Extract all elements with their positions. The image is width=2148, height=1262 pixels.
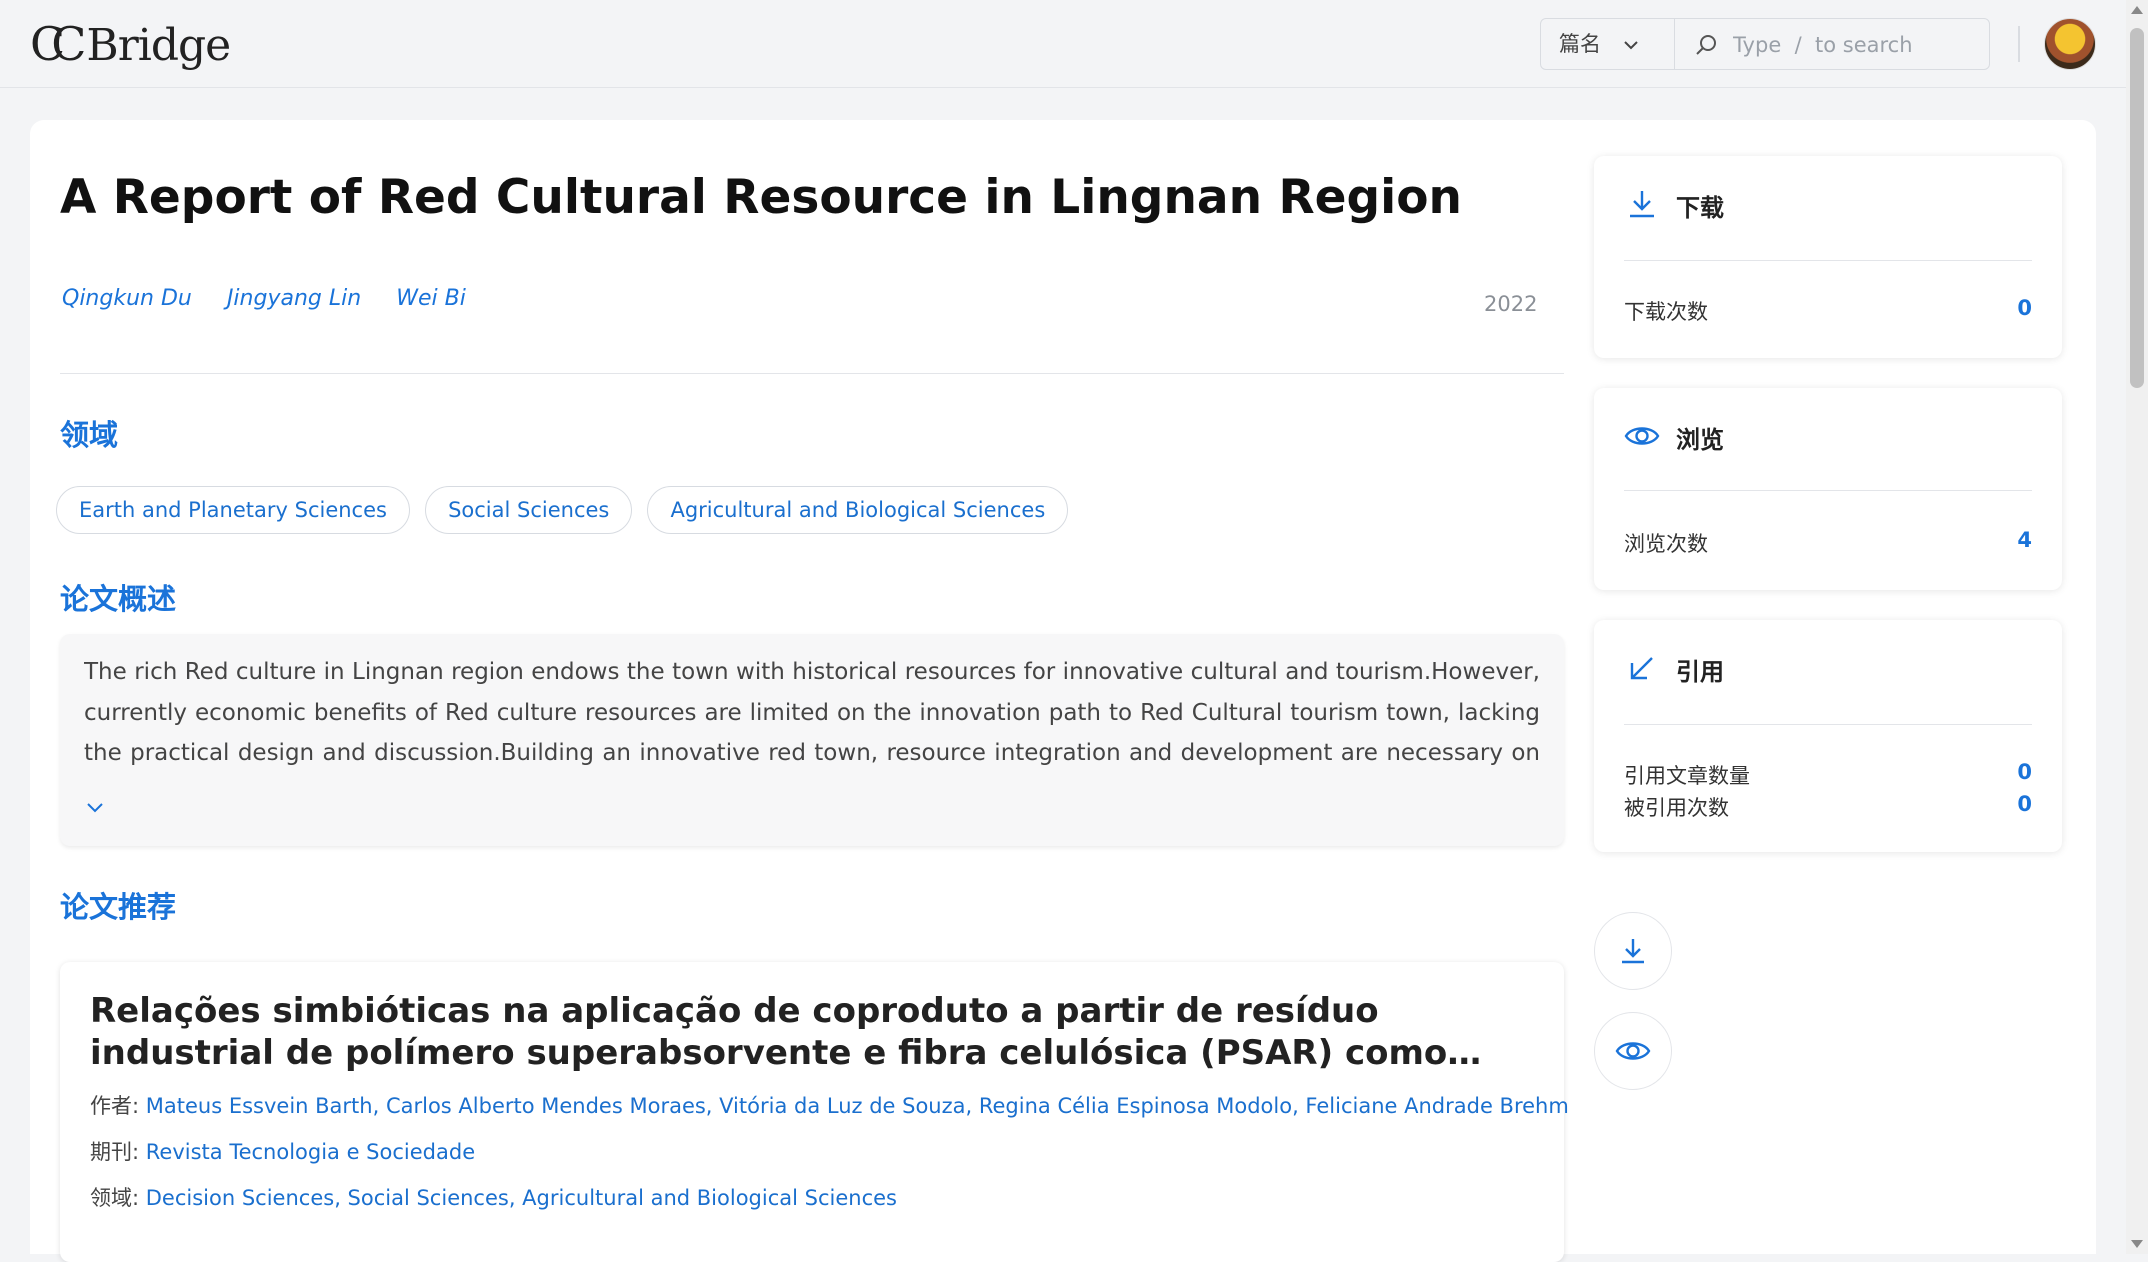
chevron-down-icon [1624,41,1638,50]
download-icon [1622,939,1644,964]
scroll-up-arrow-icon[interactable] [2131,6,2143,14]
fields-label: 领域: [90,1186,140,1210]
search-icon [1696,35,1716,55]
search-bar: 篇名 [1540,18,1990,71]
download-fab-button[interactable] [1594,912,1672,990]
recommended-fields-row: 领域: Decision Sciences, Social Sciences, … [90,1182,897,1212]
recommended-paper-title[interactable]: Relações simbióticas na aplicação de cop… [90,990,1540,1074]
user-avatar[interactable] [2044,18,2096,70]
eye-icon [1615,1042,1651,1060]
publication-year: 2022 [1484,292,1538,316]
abstract-text: The rich Red culture in Lingnan region e… [84,659,1540,766]
citations-stat-card: 引用 引用文章数量 0 被引用次数 0 [1594,620,2062,852]
title-divider [60,373,1564,374]
fields-heading: 领域 [60,418,119,452]
cited-count-row: 被引用次数 0 [1624,792,2032,822]
paper-detail-panel: A Report of Red Cultural Resource in Lin… [30,120,2096,1262]
views-count-label: 浏览次数 [1624,532,1708,556]
recommended-journal[interactable]: Revista Tecnologia e Sociedade [146,1140,475,1164]
arrow-down-left-icon [1630,657,1653,680]
chevron-down-icon[interactable] [84,796,106,818]
download-count-row: 下载次数 0 [1624,296,2032,326]
views-card-divider [1624,490,2032,491]
download-count-label: 下载次数 [1624,300,1708,324]
top-header: CC Bridge 篇名 [0,0,2148,88]
recommended-fields[interactable]: Decision Sciences, Social Sciences, Agri… [146,1186,897,1210]
eye-icon [1624,427,1660,445]
references-count-label: 引用文章数量 [1624,764,1750,788]
search-input[interactable] [1731,19,1985,71]
field-tag[interactable]: Agricultural and Biological Sciences [647,486,1069,534]
authors-label: 作者: [90,1094,140,1118]
author-list: Qingkun Du Jingyang Lin Wei Bi [62,286,496,320]
views-stat-card: 浏览 浏览次数 4 [1594,388,2062,590]
citations-title: 引用 [1676,658,1724,686]
field-tag[interactable]: Social Sciences [425,486,633,534]
search-scope-label: 篇名 [1559,32,1601,56]
recommend-heading: 论文推荐 [60,890,177,924]
author-link[interactable]: Wei Bi [396,286,466,311]
references-count-row: 引用文章数量 0 [1624,760,2032,790]
view-fab-button[interactable] [1594,1012,1672,1090]
field-tag[interactable]: Earth and Planetary Sciences [56,486,410,534]
recommended-authors-row: 作者: Mateus Essvein Barth, Carlos Alberto… [90,1090,1569,1120]
author-link[interactable]: Qingkun Du [62,286,192,311]
field-tag-list: Earth and Planetary Sciences Social Scie… [56,486,1078,536]
paper-title: A Report of Red Cultural Resource in Lin… [60,170,1463,225]
author-link[interactable]: Jingyang Lin [227,286,361,311]
logo-cc-mark: CC [30,17,87,71]
scrollbar-thumb[interactable] [2130,28,2144,388]
abstract-box: The rich Red culture in Lingnan region e… [60,634,1564,846]
abstract-heading: 论文概述 [60,582,177,616]
references-count: 0 [2017,760,2032,784]
download-card-divider [1624,260,2032,261]
journal-label: 期刊: [90,1140,140,1164]
recommended-paper-card[interactable]: Relações simbióticas na aplicação de cop… [60,962,1569,1262]
views-count: 4 [2017,528,2032,552]
page-scrollbar[interactable] [2126,0,2148,1254]
header-divider [2018,26,2020,62]
views-count-row: 浏览次数 4 [1624,528,2032,558]
download-icon [1630,191,1654,218]
logo-text: Bridge [86,20,231,71]
download-stat-card: 下载 下载次数 0 [1594,156,2062,358]
download-title: 下载 [1676,194,1724,222]
search-scope-select[interactable]: 篇名 [1541,19,1675,69]
cited-count-label: 被引用次数 [1624,796,1729,820]
download-count: 0 [2017,296,2032,320]
ccbridge-logo[interactable]: CC Bridge [30,14,231,74]
scroll-down-arrow-icon[interactable] [2131,1240,2143,1248]
cited-count: 0 [2017,792,2032,816]
views-title: 浏览 [1676,426,1724,454]
citations-card-divider [1624,724,2032,725]
recommended-journal-row: 期刊: Revista Tecnologia e Sociedade [90,1136,475,1166]
recommended-authors[interactable]: Mateus Essvein Barth, Carlos Alberto Men… [146,1094,1569,1118]
